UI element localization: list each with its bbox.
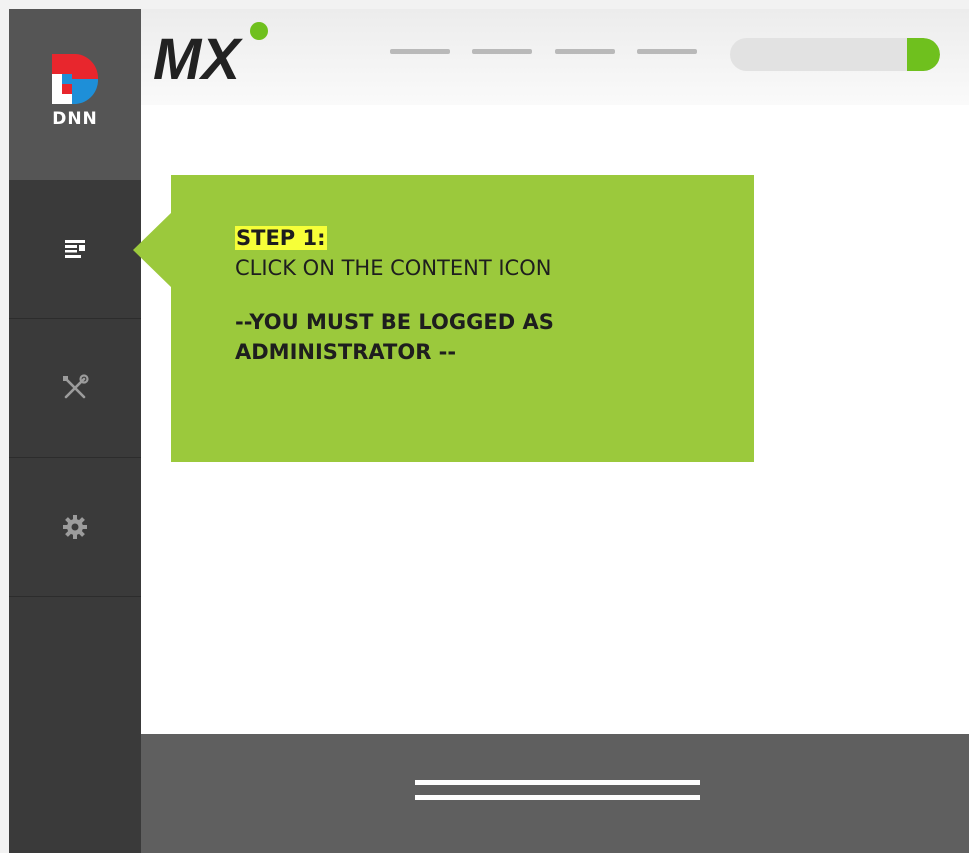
step-instruction: CLICK ON THE CONTENT ICON	[235, 256, 552, 280]
sidebar-item-content[interactable]	[9, 180, 141, 319]
mx-logo[interactable]: MX	[147, 15, 277, 101]
search-button[interactable]	[907, 38, 940, 71]
app-frame: DNN MX STEP 1: CLICK ON THE CONTENT ICON…	[9, 9, 969, 853]
callout-text: STEP 1: CLICK ON THE CONTENT ICON --YOU …	[235, 223, 735, 367]
sidebar-item-tools[interactable]	[9, 319, 141, 458]
tools-icon	[63, 374, 89, 399]
dnn-logo-block[interactable]: DNN	[9, 9, 141, 180]
content-icon	[65, 240, 85, 258]
nav-link-2[interactable]	[472, 49, 532, 54]
dnn-logo-icon	[52, 54, 98, 104]
site-header: MX	[141, 9, 969, 105]
nav-link-1[interactable]	[390, 49, 450, 54]
search-bar[interactable]	[730, 38, 940, 71]
nav-link-4[interactable]	[637, 49, 697, 54]
step-label: STEP 1:	[235, 226, 327, 250]
mx-logo-text: MX	[153, 27, 243, 92]
nav-link-3[interactable]	[555, 49, 615, 54]
instruction-callout: STEP 1: CLICK ON THE CONTENT ICON --YOU …	[171, 175, 754, 462]
gear-icon	[63, 515, 87, 539]
footer-line-2	[415, 795, 700, 800]
footer-line-1	[415, 780, 700, 785]
site-footer	[141, 734, 969, 853]
callout-pointer	[133, 212, 172, 288]
dnn-logo-text: DNN	[52, 109, 98, 129]
admin-warning: --YOU MUST BE LOGGED AS ADMINISTRATOR --	[235, 310, 554, 364]
sidebar: DNN	[9, 9, 141, 853]
sidebar-item-settings[interactable]	[9, 458, 141, 597]
